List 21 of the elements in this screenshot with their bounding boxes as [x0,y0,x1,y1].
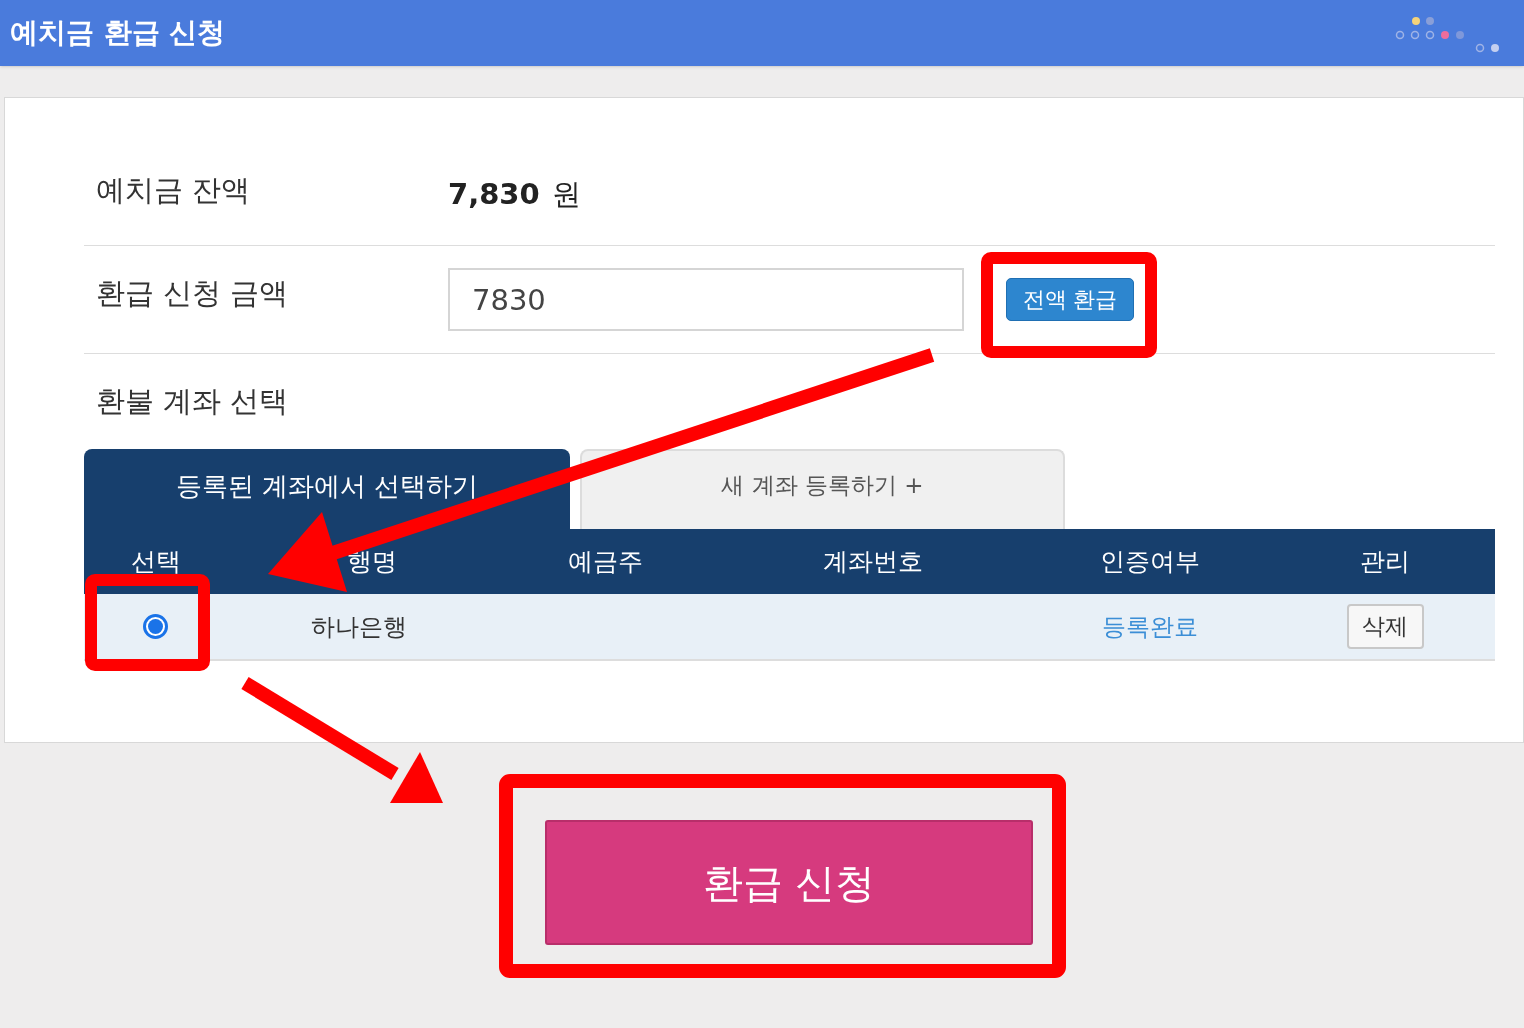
column-header: 계좌번호 [823,545,924,578]
status-text: 등록완료 [1102,611,1199,643]
full-refund-button[interactable]: 전액 환급 [1006,278,1134,321]
amount-input[interactable]: 7830 [448,268,964,331]
column-header: 인증여부 [1100,545,1201,578]
currency-unit: 원 [551,175,581,213]
delete-button[interactable]: 삭제 [1346,604,1424,649]
account-tab[interactable]: 새 계좌 등록하기 + [580,449,1065,529]
column-header: 행명 [346,545,397,578]
radio-button[interactable] [143,614,169,639]
balance-amount: 7,830 [448,175,540,213]
account-tab[interactable]: 등록된 계좌에서 선택하기 [84,449,570,529]
bank-name: 하나은행 [310,611,407,643]
column-header: 선택 [130,545,181,578]
section-label: 환불 계좌 선택 [95,382,289,420]
submit-button[interactable]: 환급 신청 [545,820,1033,945]
field-label: 예치금 잔액 [95,171,252,209]
column-header: 예금주 [568,545,644,578]
field-label: 환급 신청 금액 [95,274,290,312]
column-header: 관리 [1360,545,1411,578]
page-title: 예치금 환급 신청 [10,15,226,51]
